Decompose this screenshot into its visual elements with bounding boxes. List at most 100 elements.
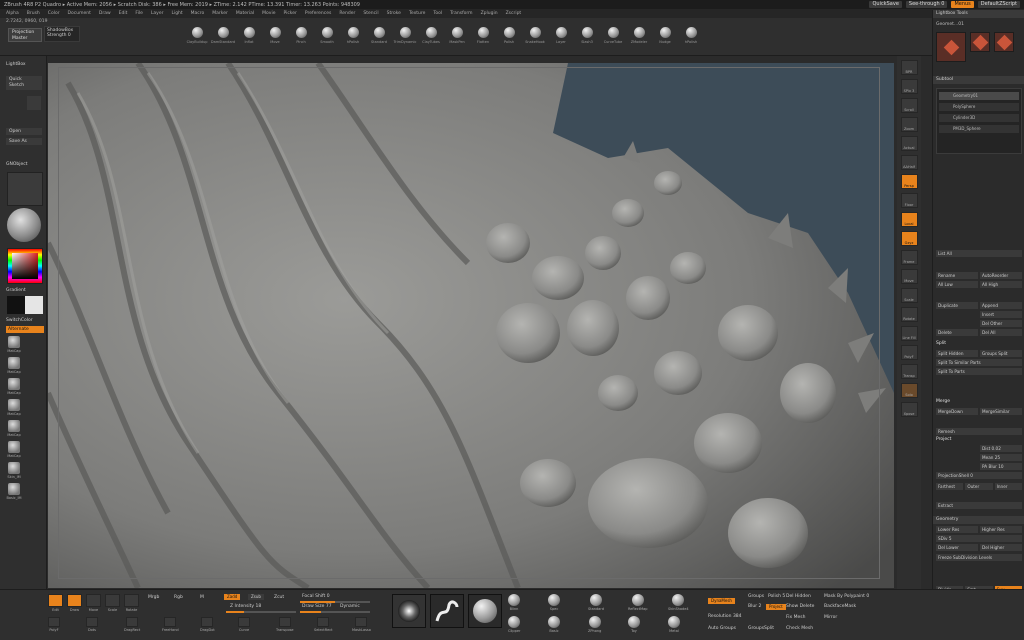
menu-preferences[interactable]: Preferences — [305, 11, 331, 16]
shelf-transp-button[interactable]: Transp — [900, 364, 918, 379]
brush-inflat[interactable]: Inflat — [242, 27, 256, 44]
brush-flatten[interactable]: Flatten — [476, 27, 490, 44]
tool-dots[interactable]: Dots — [86, 617, 98, 632]
color-swatches[interactable] — [7, 296, 43, 314]
shelf-rotate-button[interactable]: Rotate — [900, 307, 918, 322]
menu-tool[interactable]: Tool — [433, 11, 442, 16]
inner-button[interactable]: Inner — [994, 483, 1022, 490]
tool-dragrect[interactable]: DragRect — [124, 617, 140, 632]
tool-thumb-3[interactable] — [994, 32, 1014, 52]
tool-thumb-active[interactable] — [936, 32, 966, 62]
menu-edit[interactable]: Edit — [119, 11, 128, 16]
mrgb-toggle[interactable]: Mrgb — [148, 595, 159, 600]
backface-mask-button[interactable]: BackfaceMask — [824, 604, 856, 609]
shadowbox-panel[interactable]: ShadowBox Strength 0 — [44, 26, 80, 42]
shelf-spix-3-button[interactable]: SPix 3 — [900, 79, 918, 94]
zsub-toggle[interactable]: Zsub — [248, 594, 264, 600]
subtool-item[interactable]: PolySphere — [939, 103, 1019, 111]
mean-slider[interactable]: Mean 25 — [980, 454, 1022, 461]
material-standard[interactable]: Standard — [588, 594, 604, 611]
tool-masklasso[interactable]: MaskLasso — [352, 617, 371, 632]
brush-trimdynamic[interactable]: TrimDynamic — [394, 27, 416, 44]
merge-section[interactable]: Merge — [936, 399, 1022, 405]
brush-standard[interactable]: Standard — [371, 27, 387, 44]
camera-icon[interactable] — [27, 96, 41, 110]
brush-zmodeler[interactable]: ZModeler — [631, 27, 647, 44]
open-button[interactable]: Open — [6, 128, 42, 135]
material-reflectmap[interactable]: ReflectMap — [628, 594, 647, 611]
brush-slash3[interactable]: Slash3 — [580, 27, 594, 44]
menu-render[interactable]: Render — [339, 11, 355, 16]
blur-slider[interactable]: Blur 2 — [748, 604, 761, 609]
all-low-button[interactable]: All Low — [936, 281, 978, 288]
all-high-button[interactable]: All High — [980, 281, 1022, 288]
material-sphere[interactable] — [7, 208, 41, 242]
brush-polish[interactable]: Polish — [502, 27, 516, 44]
shelf-gxyz-button[interactable]: Gxyz — [900, 231, 918, 246]
sdiv-slider[interactable]: SDiv 5 — [936, 535, 1022, 542]
rename-button[interactable]: Rename — [936, 272, 978, 279]
shelf-move-button[interactable]: Move — [900, 269, 918, 284]
fix-mesh-button[interactable]: Fix Mesh — [786, 615, 805, 620]
move-icon[interactable] — [86, 594, 101, 607]
brush-maskpen[interactable]: MaskPen — [449, 27, 465, 44]
tool-dragdot[interactable]: DragDot — [200, 617, 215, 632]
focal-shift-slider[interactable]: Focal Shift 0 — [302, 594, 330, 599]
material-item[interactable]: MatCap — [6, 357, 22, 374]
alpha-thumbnail[interactable] — [392, 594, 426, 628]
mask-polypaint-slider[interactable]: Mask By Polypaint 0 — [824, 594, 869, 599]
subtool-header[interactable]: Subtool — [933, 76, 1024, 84]
material-item[interactable]: MatCap — [6, 378, 22, 395]
material-metal[interactable]: Metal — [668, 616, 680, 633]
merge-similar-button[interactable]: MergeSimilar — [980, 408, 1022, 415]
saturation-value-square[interactable] — [12, 253, 38, 279]
material-item[interactable]: MatCap — [6, 336, 22, 353]
del-all-button[interactable]: Del All — [980, 329, 1022, 336]
split-similar-button[interactable]: Split To Similar Parts — [936, 359, 1022, 366]
projection-shell-slider[interactable]: ProjectionShell 0 — [936, 472, 1022, 479]
brush-curvetube[interactable]: CurveTube — [604, 27, 622, 44]
auto-groups-button[interactable]: Auto Groups — [708, 626, 736, 631]
shelf-frame-button[interactable]: Frame — [900, 250, 918, 265]
alpha-slot[interactable] — [7, 172, 43, 206]
split-parts-button[interactable]: Split To Parts — [936, 368, 1022, 375]
projection-master-button[interactable]: Projection Master — [8, 28, 42, 42]
focal-shift-track[interactable] — [300, 601, 370, 603]
stroke-thumbnail[interactable] — [430, 594, 464, 628]
brush-smooth[interactable]: Smooth — [320, 27, 334, 44]
brush-layer[interactable]: Layer — [554, 27, 568, 44]
material-basic[interactable]: Basic — [548, 616, 560, 633]
brush-move[interactable]: Move — [268, 27, 282, 44]
polish-slider[interactable]: Polish 5 — [768, 594, 785, 599]
lightbox-tools-header[interactable]: Lightbox Tools — [933, 10, 1024, 18]
menu-marker[interactable]: Marker — [212, 11, 228, 16]
lower-res-button[interactable]: Lower Res — [936, 526, 978, 533]
farthest-button[interactable]: Farthest — [936, 483, 964, 490]
shelf-actual-button[interactable]: Actual — [900, 136, 918, 151]
canvas-viewport[interactable] — [48, 63, 894, 588]
dist-slider[interactable]: Dist 0.02 — [980, 445, 1022, 452]
shelf-persp-button[interactable]: Persp — [900, 174, 918, 189]
brush-damstandard[interactable]: DamStandard — [211, 27, 235, 44]
shelf-aahalf-button[interactable]: AAHalf — [900, 155, 918, 170]
show-delete-button[interactable]: Show Delete — [786, 604, 814, 609]
menu-draw[interactable]: Draw — [99, 11, 111, 16]
del-hidden-button[interactable]: Del Hidden — [786, 594, 811, 599]
groups-toggle[interactable]: Groups — [748, 594, 764, 599]
groups-split-bottom-button[interactable]: GroupsSplit — [748, 626, 774, 631]
switchcolor-label[interactable]: SwitchColor — [6, 318, 33, 323]
z-intensity-slider[interactable]: Z Intensity 18 — [230, 604, 261, 609]
menu-material[interactable]: Material — [236, 11, 254, 16]
brush-hpolish[interactable]: hPolish — [346, 27, 360, 44]
autoreorder-button[interactable]: AutoReorder — [980, 272, 1022, 279]
menu-document[interactable]: Document — [68, 11, 91, 16]
alternate-button[interactable]: Alternate — [6, 326, 44, 333]
project-section[interactable]: Project — [936, 437, 1022, 443]
material-toy[interactable]: Toy — [628, 616, 640, 633]
menu-light[interactable]: Light — [171, 11, 182, 16]
material-item[interactable]: Basic_IM — [6, 483, 22, 500]
subtool-item[interactable]: Cylinder3D — [939, 114, 1019, 122]
draw-icon[interactable] — [67, 594, 82, 607]
resolution-slider[interactable]: Resolution 384 — [708, 614, 742, 619]
duplicate-button[interactable]: Duplicate — [936, 302, 978, 309]
